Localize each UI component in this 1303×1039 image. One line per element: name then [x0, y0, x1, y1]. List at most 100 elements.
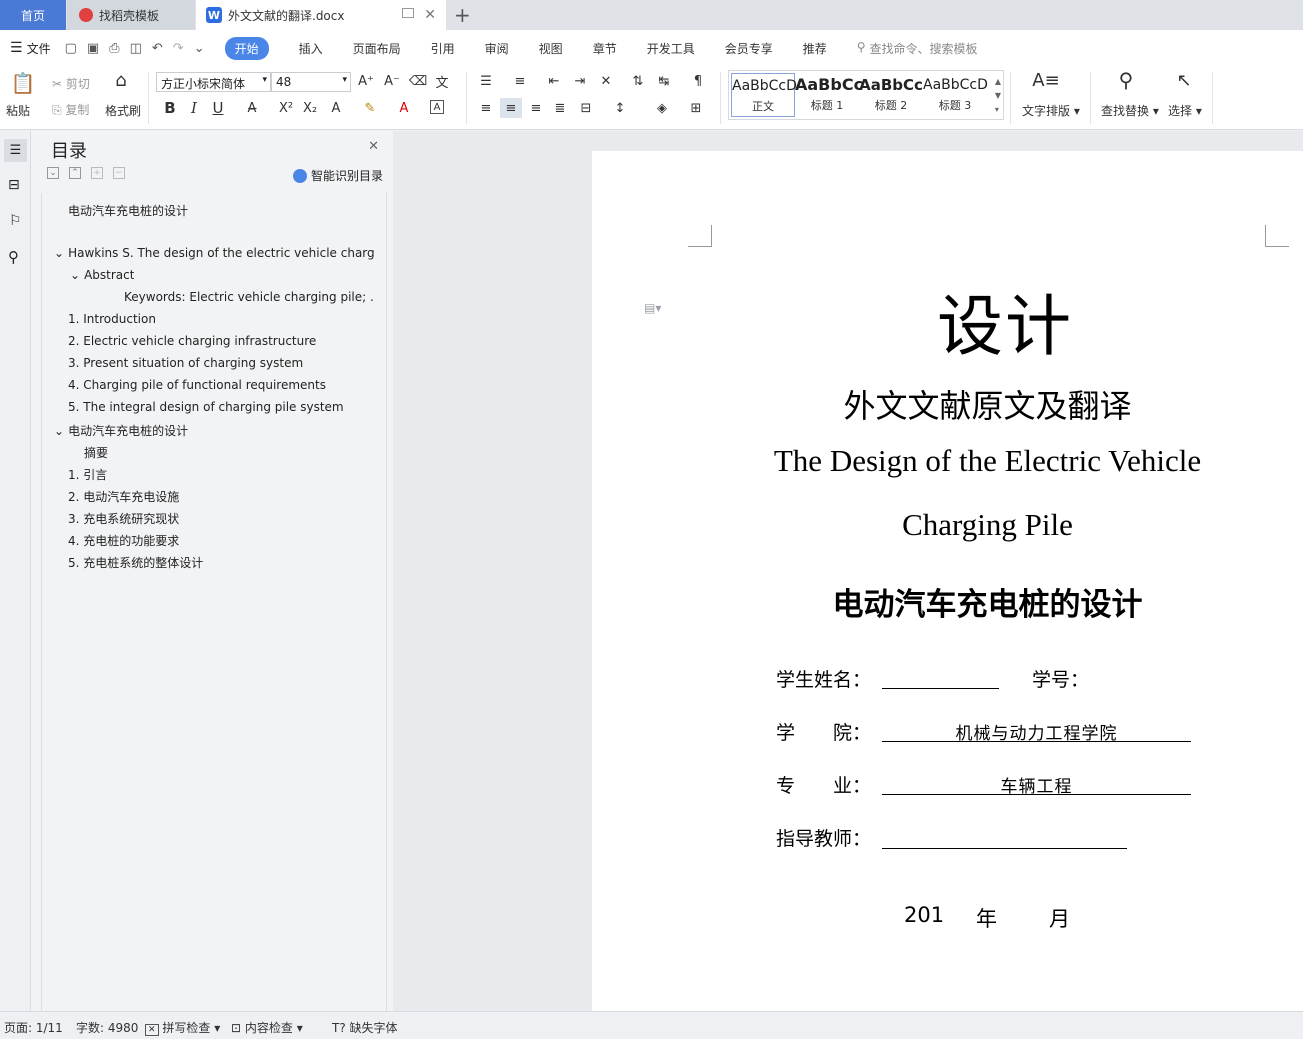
- paste-button[interactable]: 粘贴: [6, 102, 30, 119]
- print-icon[interactable]: ⎙: [109, 41, 119, 56]
- italic-icon[interactable]: I: [186, 99, 202, 117]
- document-canvas[interactable]: ▤▾ 设计 外文文献原文及翻译 The Design of the Electr…: [393, 131, 1303, 1011]
- toc-item[interactable]: ⌄ Hawkins S. The design of the electric v…: [54, 246, 374, 260]
- toc-item[interactable]: Keywords: Electric vehicle charging pile…: [124, 290, 374, 304]
- toc-item[interactable]: ⌄ 电动汽车充电桩的设计: [54, 422, 188, 439]
- menu-insert[interactable]: 插入: [299, 40, 323, 57]
- line-spacing-icon[interactable]: ↕: [612, 100, 628, 116]
- toc-item[interactable]: 2. Electric vehicle charging infrastruct…: [68, 334, 316, 348]
- undo-icon[interactable]: ↶: [152, 41, 163, 56]
- menu-home[interactable]: 开始: [224, 36, 269, 60]
- student-name-line[interactable]: [882, 688, 999, 689]
- menu-view[interactable]: 视图: [539, 40, 563, 57]
- clear-format-icon[interactable]: ⌫: [409, 73, 427, 89]
- text-layout-button[interactable]: 文字排版 ▾: [1022, 102, 1080, 119]
- pinyin-icon[interactable]: 文: [434, 73, 450, 91]
- style-heading3[interactable]: AaBbCcD 标题 3: [923, 73, 988, 117]
- char-border-icon[interactable]: A: [430, 100, 444, 114]
- close-tab-icon[interactable]: ✕: [424, 7, 436, 23]
- style-scroll[interactable]: ▲ ▼ ▾: [995, 75, 1001, 117]
- menu-recommend[interactable]: 推荐: [803, 40, 827, 57]
- bookmark-icon[interactable]: ⚐: [9, 213, 22, 229]
- highlight-icon[interactable]: ✎: [362, 100, 378, 116]
- toc-item[interactable]: 5. The integral design of charging pile …: [68, 400, 344, 414]
- menu-references[interactable]: 引用: [431, 40, 455, 57]
- select-button[interactable]: 选择 ▾: [1168, 102, 1202, 119]
- numbered-list-icon[interactable]: ≡: [512, 73, 528, 89]
- close-icon[interactable]: ✕: [368, 139, 379, 154]
- chevron-down-icon[interactable]: ⌄: [54, 246, 64, 260]
- copy-button[interactable]: ⎘ 复制: [52, 101, 89, 118]
- increase-font-icon[interactable]: A⁺: [358, 73, 374, 89]
- font-color-icon[interactable]: A: [396, 100, 412, 116]
- menu-review[interactable]: 审阅: [485, 40, 509, 57]
- chapter-nav-icon[interactable]: ⊟: [8, 177, 20, 193]
- chevron-down-icon[interactable]: ⌄: [54, 424, 64, 438]
- expand-all-icon[interactable]: ⌄: [47, 167, 59, 179]
- toc-item[interactable]: 摘要: [84, 444, 108, 461]
- missing-font-button[interactable]: T? 缺失字体: [332, 1019, 398, 1036]
- find-replace-button[interactable]: 查找替换 ▾: [1101, 102, 1159, 119]
- toc-item[interactable]: 1. 引言: [68, 466, 107, 483]
- toc-item[interactable]: 4. Charging pile of functional requireme…: [68, 378, 326, 392]
- text-direction-icon[interactable]: ⇅: [630, 73, 646, 89]
- new-tab-button[interactable]: +: [454, 3, 471, 27]
- shading-icon[interactable]: ◈: [654, 100, 670, 116]
- align-left-icon[interactable]: ≡: [478, 100, 494, 116]
- toc-item[interactable]: 3. 充电系统研究现状: [68, 510, 179, 527]
- subscript-icon[interactable]: X₂: [302, 100, 318, 116]
- font-size-select[interactable]: 48 ▾: [271, 72, 351, 92]
- demote-icon[interactable]: −: [113, 167, 125, 179]
- toc-item[interactable]: 5. 充电桩系统的整体设计: [68, 554, 203, 571]
- command-search[interactable]: ⚲ 查找命令、搜索模板: [857, 40, 978, 57]
- toc-item[interactable]: 4. 充电桩的功能要求: [68, 532, 179, 549]
- text-effect-icon[interactable]: A: [328, 100, 344, 116]
- cut-button[interactable]: ✂ 剪切: [52, 75, 90, 92]
- tab-document[interactable]: W 外文文献的翻译.docx ✕: [196, 0, 446, 30]
- show-marks-icon[interactable]: ¶: [690, 73, 706, 89]
- paste-icon[interactable]: 📋: [11, 71, 36, 95]
- menu-member[interactable]: 会员专享: [725, 40, 773, 57]
- justify-icon[interactable]: ≣: [552, 100, 568, 116]
- style-heading2[interactable]: AaBbCc 标题 2: [859, 73, 923, 117]
- strikethrough-icon[interactable]: A̶: [244, 100, 260, 116]
- sort-icon[interactable]: ↹: [656, 73, 672, 89]
- menu-section[interactable]: 章节: [593, 40, 617, 57]
- superscript-icon[interactable]: X²: [278, 100, 294, 116]
- toc-item[interactable]: 电动汽车充电桩的设计: [68, 202, 188, 219]
- export-pdf-icon[interactable]: ▣: [87, 41, 99, 56]
- toc-item[interactable]: 2. 电动汽车充电设施: [68, 488, 179, 505]
- bold-icon[interactable]: B: [162, 99, 178, 117]
- spell-check-button[interactable]: ✕ 拼写检查 ▾: [145, 1019, 220, 1036]
- align-right-icon[interactable]: ≡: [528, 100, 544, 116]
- advisor-line[interactable]: [882, 848, 1127, 849]
- menu-developer[interactable]: 开发工具: [647, 40, 695, 57]
- promote-icon[interactable]: +: [91, 167, 103, 179]
- document-page[interactable]: ▤▾ 设计 外文文献原文及翻译 The Design of the Electr…: [592, 151, 1303, 1011]
- style-heading1[interactable]: AaBbCc 标题 1: [795, 73, 863, 117]
- format-painter-button[interactable]: 格式刷: [105, 102, 141, 119]
- collapse-all-icon[interactable]: ⌃: [69, 167, 81, 179]
- toc-item[interactable]: 1. Introduction: [68, 312, 156, 326]
- word-count[interactable]: 字数: 4980: [76, 1019, 138, 1036]
- tab-template[interactable]: 找稻壳模板: [67, 0, 195, 30]
- increase-indent-icon[interactable]: ⇥: [572, 73, 588, 89]
- style-normal[interactable]: AaBbCcD 正文: [731, 73, 797, 117]
- decrease-indent-icon[interactable]: ⇤: [546, 73, 562, 89]
- save-icon[interactable]: ▢: [65, 41, 77, 56]
- file-menu[interactable]: ☰ 文件: [10, 40, 51, 57]
- bullet-list-icon[interactable]: ☰: [478, 73, 494, 89]
- distribute-icon[interactable]: ⊟: [578, 100, 594, 116]
- print-preview-icon[interactable]: ◫: [130, 41, 142, 56]
- toc-panel-icon[interactable]: ☰: [4, 139, 27, 162]
- redo-icon[interactable]: ↷: [173, 41, 184, 56]
- smart-toc-button[interactable]: 智能识别目录: [292, 167, 383, 184]
- chevron-down-icon[interactable]: ⌄: [70, 268, 80, 282]
- page-indicator[interactable]: 页面: 1/11: [4, 1019, 63, 1036]
- chinese-layout-icon[interactable]: ✕: [598, 73, 614, 89]
- content-check-button[interactable]: ⊡ 内容检查 ▾: [231, 1019, 303, 1036]
- font-name-select[interactable]: 方正小标宋简体 ▾: [156, 72, 271, 92]
- search-icon[interactable]: ⚲: [8, 248, 19, 266]
- pin-icon[interactable]: [402, 8, 414, 18]
- underline-icon[interactable]: U: [210, 99, 226, 117]
